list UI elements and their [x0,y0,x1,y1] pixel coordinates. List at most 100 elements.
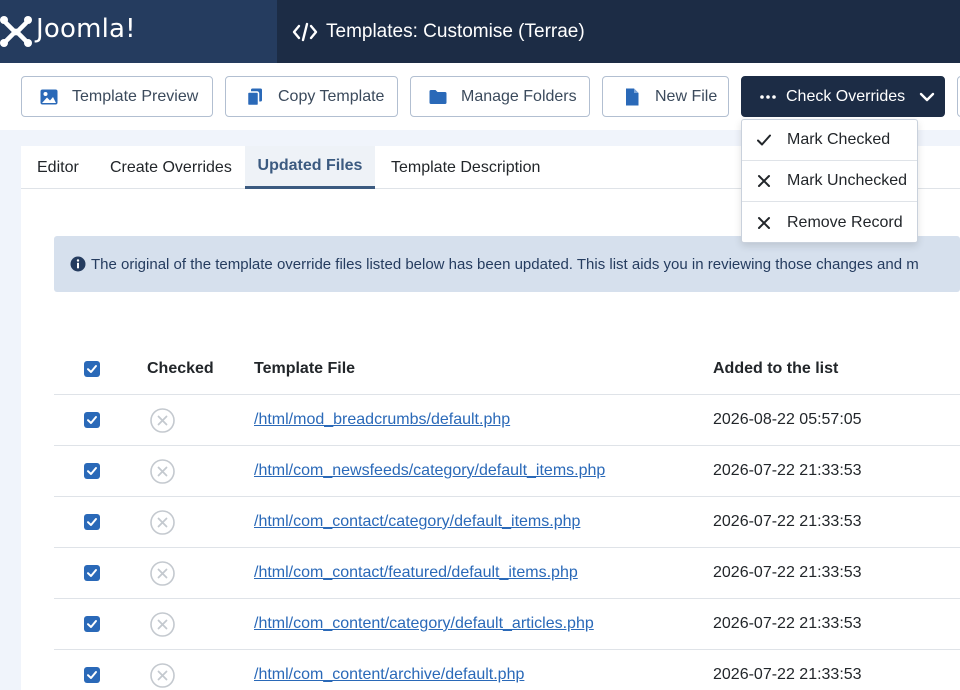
added-date: 2026-07-22 21:33:53 [713,615,862,632]
times-icon [758,216,770,229]
info-alert-text: The original of the template override fi… [91,255,919,273]
row-checkbox[interactable] [84,616,100,632]
check-overrides-button[interactable]: Check Overrides [741,76,945,117]
check-overrides-label: Check Overrides [786,87,906,105]
checkmark-icon [87,620,97,628]
template-file-link[interactable]: /html/com_content/archive/default.php [254,666,524,684]
new-file-button[interactable]: New File [602,76,729,117]
page-title: Templates: Customise (Terrae) [326,20,585,42]
template-file-cell: /html/com_newsfeeds/category/default_ite… [254,446,605,496]
chevron-down-icon [919,92,935,101]
unchecked-circle-icon[interactable] [150,662,175,688]
code-icon [292,22,318,41]
unchecked-circle-icon[interactable] [150,458,175,484]
row-checkbox[interactable] [84,565,100,581]
checkmark-icon [87,467,97,475]
template-file-link[interactable]: /html/com_newsfeeds/category/default_ite… [254,462,605,480]
tab-editor[interactable]: Editor [37,146,79,189]
table-row: /html/com_newsfeeds/category/default_ite… [54,446,960,497]
table-row: /html/com_contact/featured/default_items… [54,548,960,599]
template-file-cell: /html/com_content/category/default_artic… [254,599,594,649]
table-row: /html/com_content/archive/default.php 20… [54,650,960,690]
row-checkbox[interactable] [84,463,100,479]
mark-unchecked-label: Mark Unchecked [787,172,908,189]
check-icon [757,134,771,146]
row-checkbox-cell [84,497,100,547]
template-file-cell: /html/com_contact/category/default_items… [254,497,580,547]
header-added[interactable]: Added to the list [713,344,838,394]
row-checkbox[interactable] [84,412,100,428]
checked-status-cell [150,446,175,496]
logo-area[interactable]: Joomla! [0,0,277,63]
row-checkbox-cell [84,395,100,445]
select-all-cell [84,344,100,394]
template-file-link[interactable]: /html/com_contact/category/default_items… [254,513,580,531]
template-file-link[interactable]: /html/com_contact/featured/default_items… [254,564,578,582]
template-file-cell: /html/com_content/archive/default.php [254,650,524,690]
mark-checked-item[interactable]: Mark Checked [742,120,917,161]
tab-updated-files[interactable]: Updated Files [245,146,375,189]
added-date: 2026-07-22 21:33:53 [713,564,862,581]
times-icon [758,175,770,187]
unchecked-circle-icon[interactable] [150,560,175,586]
template-file-link[interactable]: /html/com_content/category/default_artic… [254,615,594,633]
added-date: 2026-07-22 21:33:53 [713,513,862,530]
table-row: /html/com_contact/category/default_items… [54,497,960,548]
ellipsis-icon [760,94,776,99]
template-file-link[interactable]: /html/mod_breadcrumbs/default.php [254,411,510,429]
select-all-checkbox[interactable] [84,361,100,377]
template-preview-button[interactable]: Template Preview [21,76,213,117]
checkmark-icon [87,671,97,679]
checkmark-icon [87,569,97,577]
tab-template-description-label: Template Description [391,158,541,176]
file-icon [626,88,639,105]
unchecked-circle-icon[interactable] [150,407,175,433]
remove-record-item[interactable]: Remove Record [742,202,917,243]
checked-status-cell [150,548,175,598]
added-date: 2026-08-22 05:57:05 [713,411,862,428]
tab-create-overrides[interactable]: Create Overrides [110,146,232,189]
info-icon [70,256,86,272]
copy-template-label: Copy Template [278,87,385,105]
added-date: 2026-07-22 21:33:53 [713,462,862,479]
checked-status-cell [150,599,175,649]
joomla-logo-icon [0,16,32,47]
checkmark-icon [87,365,97,373]
row-checkbox-cell [84,650,100,690]
checked-status-cell [150,395,175,445]
manage-folders-label: Manage Folders [461,87,577,105]
checked-status-cell [150,650,175,690]
app-header: Joomla! Templates: Customise (Terrae) [0,0,960,63]
added-date: 2026-07-22 21:33:53 [713,666,862,683]
row-checkbox-cell [84,548,100,598]
table-row: /html/mod_breadcrumbs/default.php 2026-0… [54,395,960,446]
checked-status-cell [150,497,175,547]
row-checkbox[interactable] [84,667,100,683]
row-checkbox[interactable] [84,514,100,530]
checkmark-icon [87,518,97,526]
updated-files-table: Checked Template File Added to the list … [54,344,960,690]
tab-updated-files-label: Updated Files [257,157,363,174]
manage-folders-button[interactable]: Manage Folders [410,76,590,117]
tab-editor-label: Editor [37,158,79,176]
new-file-label: New File [655,87,718,105]
header-checked[interactable]: Checked [147,344,214,394]
remove-record-label: Remove Record [787,213,903,231]
image-icon [40,89,58,104]
table-header: Checked Template File Added to the list [54,344,960,395]
brand-name: Joomla! [36,14,136,44]
tab-create-overrides-label: Create Overrides [110,158,232,176]
page-title-wrap: Templates: Customise (Terrae) [292,0,585,63]
unchecked-circle-icon[interactable] [150,509,175,535]
folder-icon [429,89,447,104]
check-overrides-dropdown: Mark Checked Mark Unchecked Remove Recor… [741,119,918,243]
info-alert: The original of the template override fi… [54,236,960,292]
tab-template-description[interactable]: Template Description [391,146,540,189]
copy-template-button[interactable]: Copy Template [225,76,398,117]
template-file-cell: /html/mod_breadcrumbs/default.php [254,395,510,445]
copy-icon [246,88,262,106]
header-template-file[interactable]: Template File [254,344,355,394]
mark-unchecked-item[interactable]: Mark Unchecked [742,161,917,202]
unchecked-circle-icon[interactable] [150,611,175,637]
template-preview-label: Template Preview [72,87,199,105]
